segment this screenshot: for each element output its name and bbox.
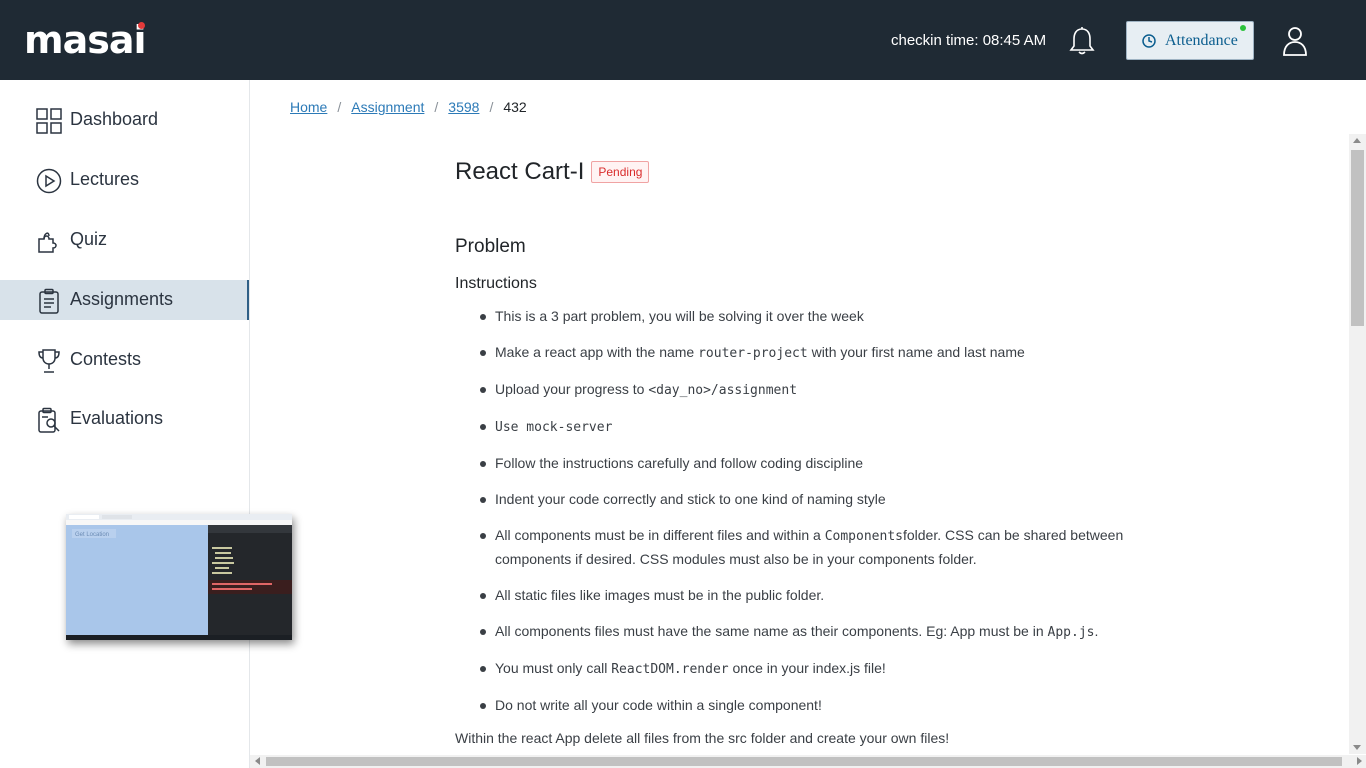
assignment-content: React Cart-I Pending Problem Instruction… <box>455 158 1145 713</box>
list-item-text: Make a react app with the name <box>495 344 699 360</box>
footer-instruction: Within the react App delete all files fr… <box>455 730 950 746</box>
page-title: React Cart-I <box>455 158 585 185</box>
list-item-text: All components files must have the same … <box>495 623 1048 639</box>
list-item-text: once in your index.js file! <box>728 660 886 676</box>
sidebar-item-quiz[interactable]: Quiz <box>0 220 249 260</box>
online-indicator <box>1240 25 1246 31</box>
vertical-scrollbar[interactable] <box>1349 134 1366 754</box>
get-location-label: Get Location <box>75 532 109 538</box>
list-item: Follow the instructions carefully and fo… <box>455 452 1145 475</box>
masai-logo[interactable]: masai <box>24 18 147 62</box>
list-item: Make a react app with the name router-pr… <box>455 341 1145 365</box>
sidebar-item-assignments[interactable]: Assignments <box>0 280 249 320</box>
code-text: ReactDOM.render <box>611 662 729 677</box>
sidebar-item-label: Lectures <box>70 169 140 189</box>
sidebar-item-label: Evaluations <box>70 408 164 428</box>
list-item: All static files like images must be in … <box>455 584 1145 607</box>
logo-dot <box>137 22 145 29</box>
list-item: Indent your code correctly and stick to … <box>455 488 1145 511</box>
breadcrumb-home-link[interactable]: Home <box>290 99 327 115</box>
evaluation-icon <box>38 407 60 433</box>
sidebar-item-dashboard[interactable]: Dashboard <box>0 100 249 140</box>
instructions-list: This is a 3 part problem, you will be so… <box>455 305 1145 730</box>
list-item: This is a 3 part problem, you will be so… <box>455 305 1145 328</box>
horizontal-scrollbar[interactable] <box>250 755 1366 768</box>
code-text: router-project <box>698 346 808 361</box>
breadcrumb: Home / Assignment / 3598 / 432 <box>290 99 527 115</box>
list-item-text: All static files like images must be in … <box>495 587 825 603</box>
sidebar-item-contests[interactable]: Contests <box>0 340 249 380</box>
list-item-text: with your first name and last name <box>807 344 1025 360</box>
puzzle-icon <box>38 232 57 253</box>
list-item-text: All components must be in different file… <box>495 527 825 543</box>
list-item: Upload your progress to <day_no>/assignm… <box>455 378 1145 402</box>
list-item: All components files must have the same … <box>455 620 1145 644</box>
code-text: <day_no>/assignment <box>648 383 798 398</box>
scroll-up-arrow[interactable] <box>1353 138 1361 143</box>
list-item: Do not write all your code within a sing… <box>455 694 1145 717</box>
list-item-text: Follow the instructions carefully and fo… <box>495 455 864 471</box>
attendance-button[interactable]: Attendance <box>1126 21 1254 60</box>
status-badge: Pending <box>591 161 650 183</box>
list-item-text: This is a 3 part problem, you will be so… <box>495 308 864 324</box>
sidebar-item-label: Quiz <box>70 229 108 249</box>
list-item: You must only call ReactDOM.render once … <box>455 657 1145 681</box>
bell-icon[interactable] <box>1068 26 1096 56</box>
attendance-icon <box>1142 33 1156 48</box>
checkin-time: checkin time: 08:45 AM <box>891 32 1047 49</box>
horizontal-scroll-thumb[interactable] <box>266 757 1342 766</box>
breadcrumb-separator: / <box>489 99 494 115</box>
vertical-scroll-thumb[interactable] <box>1351 150 1364 326</box>
sidebar-item-evaluations[interactable]: Evaluations <box>0 399 249 439</box>
list-item-text: . <box>1094 623 1099 639</box>
sidebar-item-label: Assignments <box>70 289 174 309</box>
list-item-text: Do not write all your code within a sing… <box>495 697 822 713</box>
code-text: Use mock-server <box>495 420 613 435</box>
breadcrumb-separator: / <box>434 99 439 115</box>
clipboard-icon <box>39 288 59 314</box>
scroll-right-arrow[interactable] <box>1357 757 1362 765</box>
list-item-text: Indent your code correctly and stick to … <box>495 491 886 507</box>
top-navbar: masai checkin time: 08:45 AM Attendance <box>0 0 1366 80</box>
sidebar: Dashboard Lectures Quiz Assignments Cont… <box>0 80 292 768</box>
screen-preview: Get Location <box>66 514 292 640</box>
play-circle-icon <box>36 168 62 194</box>
breadcrumb-id-link[interactable]: 3598 <box>448 99 479 115</box>
problem-heading: Problem <box>455 236 526 257</box>
user-icon[interactable] <box>1282 26 1308 56</box>
list-item-text: You must only call <box>495 660 612 676</box>
title-row: React Cart-I Pending <box>455 158 1145 186</box>
code-text: App.js <box>1047 625 1095 640</box>
list-item-text: Upload your progress to <box>495 381 649 397</box>
breadcrumb-separator: / <box>337 99 342 115</box>
grid-icon <box>36 108 62 134</box>
instructions-heading: Instructions <box>455 275 537 292</box>
scroll-left-arrow[interactable] <box>255 757 260 765</box>
scroll-down-arrow[interactable] <box>1353 745 1361 750</box>
breadcrumb-assignment-link[interactable]: Assignment <box>351 99 424 115</box>
video-thumbnail[interactable]: Get Location <box>66 514 292 640</box>
attendance-label: Attendance <box>1165 31 1238 49</box>
sidebar-item-label: Dashboard <box>70 109 159 129</box>
trophy-icon <box>38 349 60 373</box>
sidebar-item-label: Contests <box>70 349 142 369</box>
list-item: All components must be in different file… <box>455 524 1145 571</box>
breadcrumb-current: 432 <box>503 99 527 115</box>
code-text: Components <box>824 529 903 544</box>
logo-text: masai <box>24 18 147 62</box>
sidebar-item-lectures[interactable]: Lectures <box>0 160 249 200</box>
list-item: Use mock-server <box>455 415 1145 439</box>
